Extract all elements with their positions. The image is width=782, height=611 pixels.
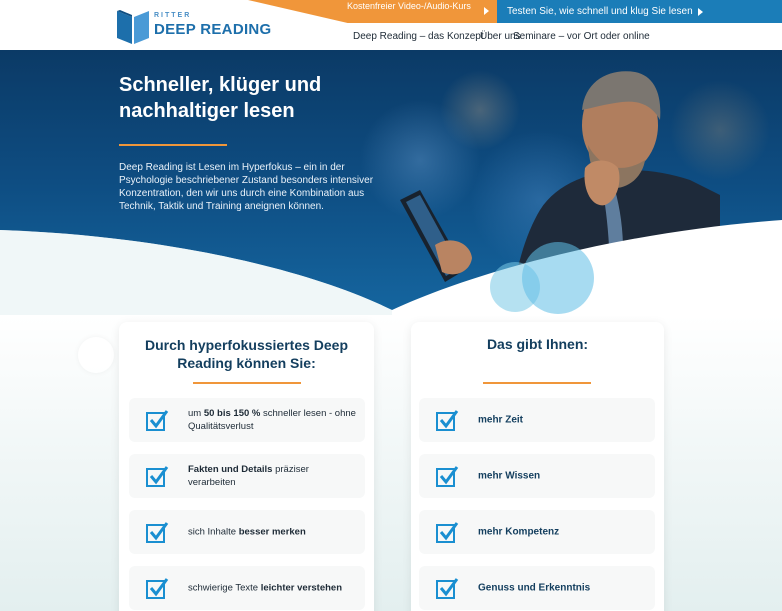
list-item: sich Inhalte besser merken: [129, 510, 365, 554]
decorative-bubble: [522, 242, 594, 314]
play-arrow-icon: [698, 8, 703, 16]
list-item-text: sich Inhalte besser merken: [188, 526, 306, 538]
checkbox-check-icon: [436, 410, 459, 431]
list-item-text: schwierige Texte leichter verstehen: [188, 582, 343, 594]
checkbox-check-icon: [146, 410, 169, 431]
hero-divider: [119, 144, 227, 146]
checkbox-check-icon: [436, 466, 459, 487]
list-item: mehr Zeit: [419, 398, 655, 442]
card-divider: [483, 382, 591, 384]
hero-wave-divider: [0, 220, 782, 320]
play-arrow-icon: [484, 7, 489, 15]
ritter-deep-reading-logo[interactable]: RITTER DEEP READING: [116, 7, 271, 45]
list-item-text: mehr Kompetenz: [478, 526, 560, 538]
list-item-text: Fakten und Details präziser verarbeiten: [188, 464, 309, 488]
skills-card-title: Durch hyperfokussiertes Deep Reading kön…: [144, 337, 349, 371]
list-item-text: mehr Zeit: [478, 414, 524, 426]
list-item: mehr Kompetenz: [419, 510, 655, 554]
nav-item-seminars[interactable]: Seminare – vor Ort oder online: [513, 31, 650, 42]
checkbox-check-icon: [436, 522, 459, 543]
list-item: schwierige Texte leichter verstehen: [129, 566, 365, 610]
decorative-bubble: [78, 337, 114, 373]
reading-test-link[interactable]: Testen Sie, wie schnell und klug Sie les…: [507, 6, 693, 17]
book-logo-icon: [117, 10, 149, 44]
list-item: Fakten und Details präziser verarbeiten: [129, 454, 365, 498]
list-item: Genuss und Erkenntnis: [419, 566, 655, 610]
checkbox-check-icon: [436, 578, 459, 599]
video-course-link[interactable]: Kostenfreier Video-/Audio-Kurs: [347, 1, 479, 11]
list-item: um 50 bis 150 % schneller lesen - ohne Q…: [129, 398, 365, 442]
hero-title: Schneller, klüger und nachhaltiger lesen: [119, 74, 322, 122]
logo-subtitle: RITTER: [154, 12, 192, 19]
benefits-card-title: Das gibt Ihnen:: [486, 336, 589, 352]
checkbox-check-icon: [146, 578, 169, 599]
checkbox-check-icon: [146, 522, 169, 543]
card-divider: [193, 382, 301, 384]
logo-title: DEEP READING: [154, 21, 272, 38]
hero-description: Deep Reading ist Lesen im Hyperfokus – e…: [119, 162, 374, 212]
nav-item-concept[interactable]: Deep Reading – das Konzept: [353, 31, 484, 42]
list-item: mehr Wissen: [419, 454, 655, 498]
list-item-text: um 50 bis 150 % schneller lesen - ohne Q…: [188, 408, 356, 432]
list-item-text: mehr Wissen: [478, 470, 541, 482]
checkbox-check-icon: [146, 466, 169, 487]
list-item-text: Genuss und Erkenntnis: [478, 582, 591, 594]
site-header: RITTER DEEP READING Kostenfreier Video-/…: [0, 0, 782, 50]
benefits-section: [0, 315, 782, 611]
